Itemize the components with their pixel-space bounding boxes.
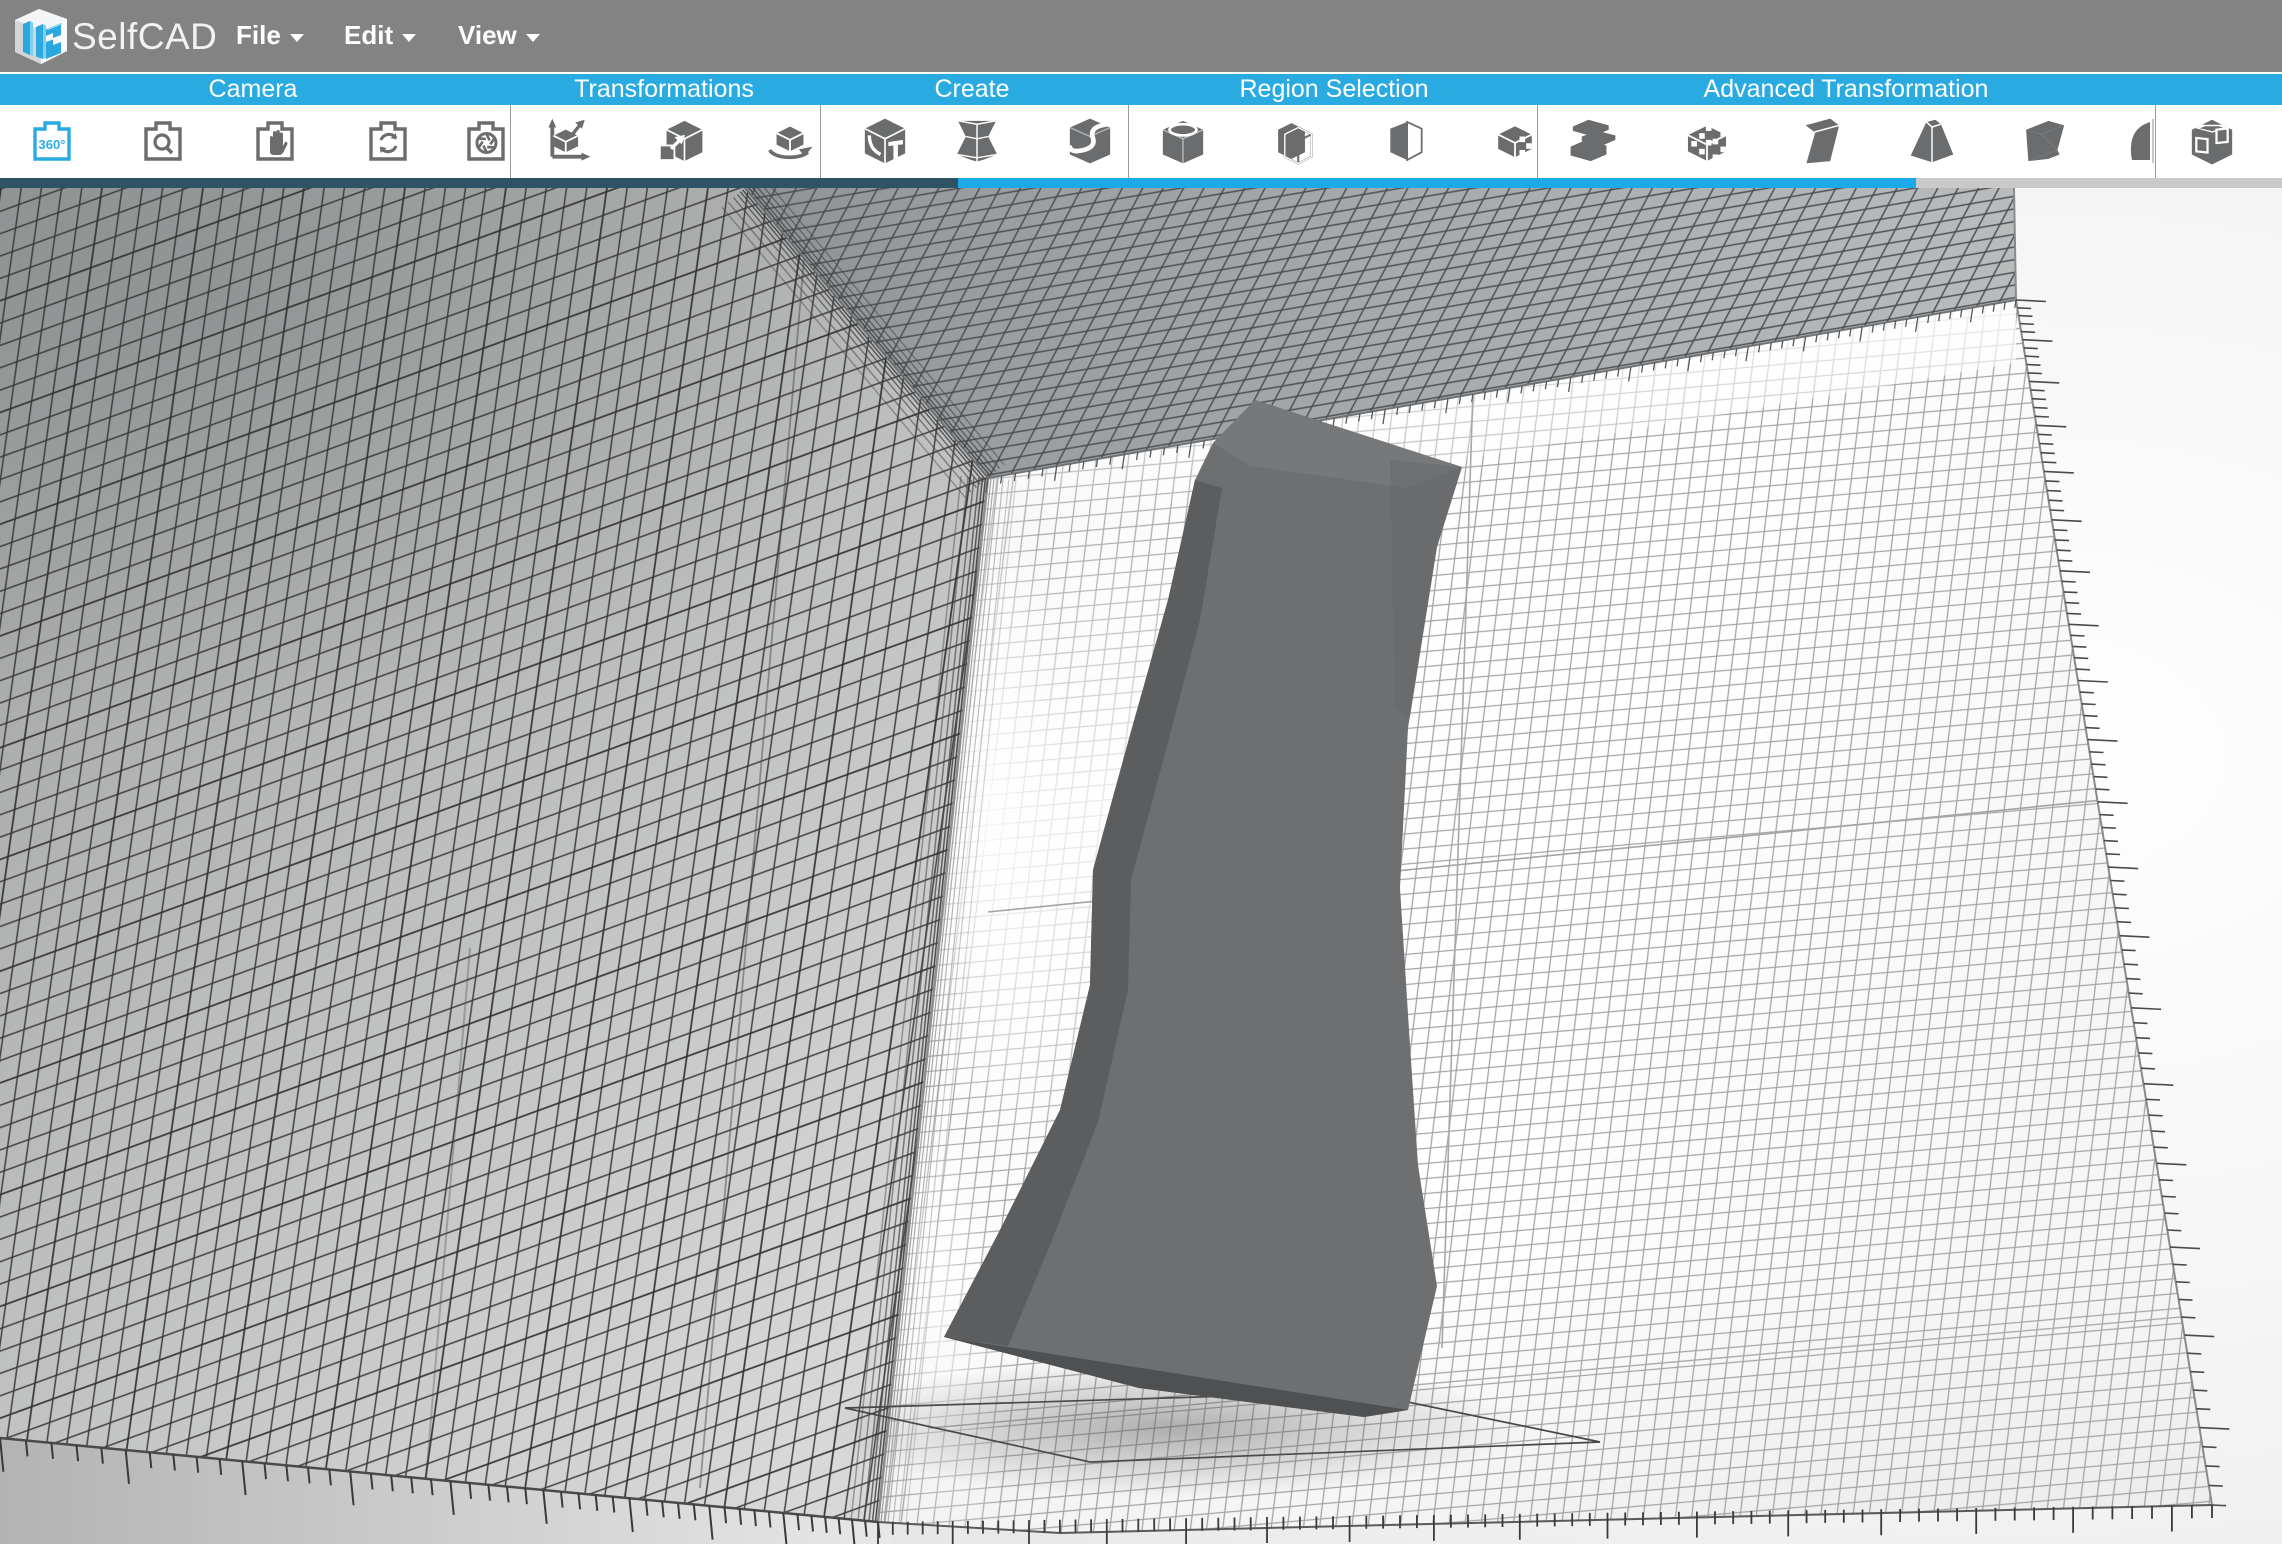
svg-text:360°: 360° [39,137,66,152]
